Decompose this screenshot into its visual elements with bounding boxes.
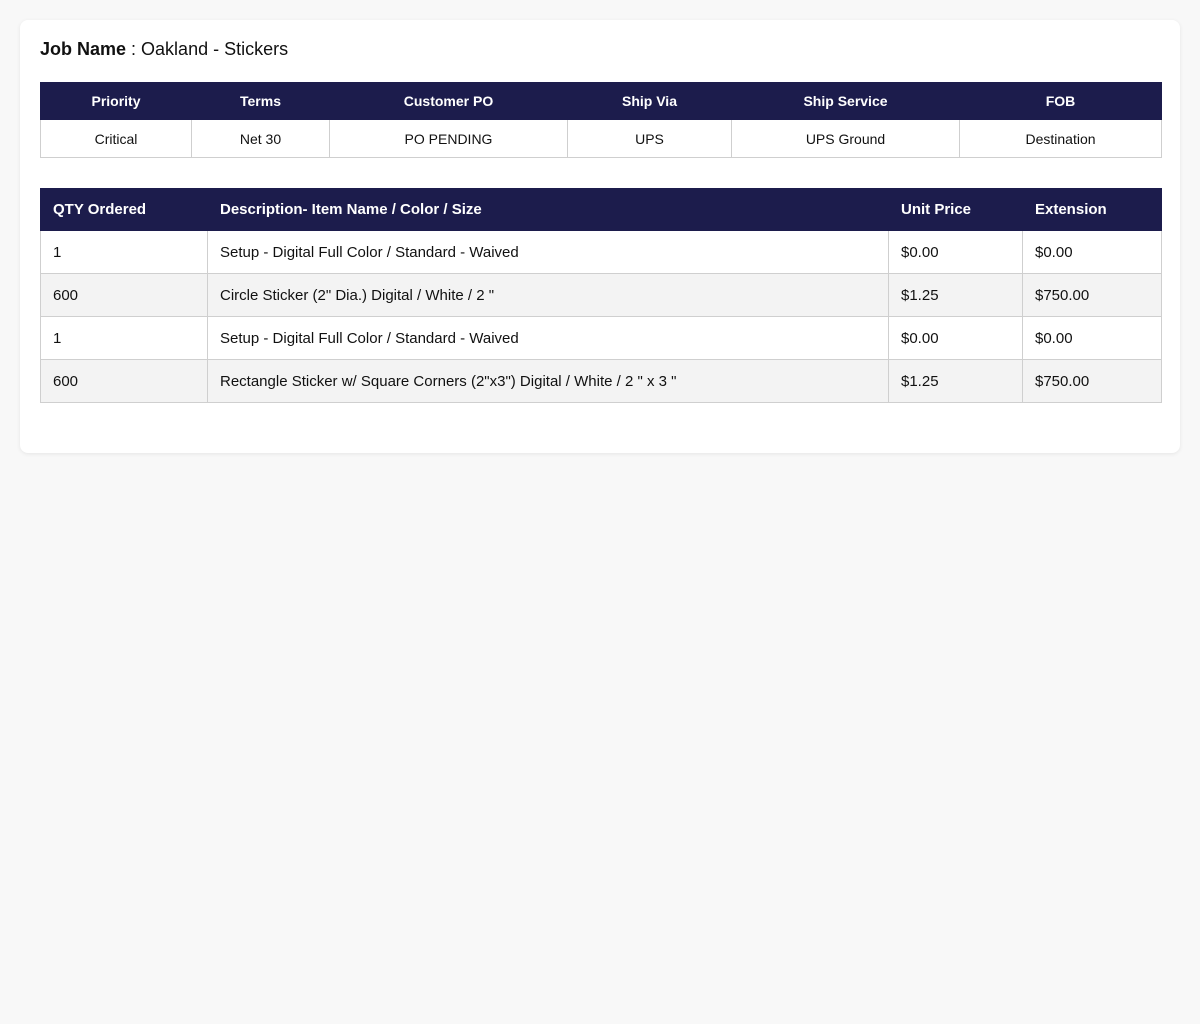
info-header-row: Priority Terms Customer PO Ship Via Ship… (40, 82, 1162, 120)
qty-cell: 1 (40, 230, 208, 274)
job-name-label: Job Name (40, 39, 127, 59)
unit-price-cell: $1.25 (888, 359, 1023, 403)
description-cell: Rectangle Sticker w/ Square Corners (2"x… (207, 359, 889, 403)
extension-cell: $0.00 (1022, 230, 1162, 274)
fob-value: Destination (959, 119, 1162, 158)
unit-price-cell: $1.25 (888, 273, 1023, 317)
extension-cell: $0.00 (1022, 316, 1162, 360)
table-row: 1 Setup - Digital Full Color / Standard … (40, 316, 1162, 360)
job-name-separator: : (126, 39, 142, 59)
description-header: Description- Item Name / Color / Size (207, 188, 889, 231)
table-row: 1 Setup - Digital Full Color / Standard … (40, 230, 1162, 274)
ship-via-value: UPS (567, 119, 732, 158)
customer-po-value: PO PENDING (329, 119, 568, 158)
info-value-row: Critical Net 30 PO PENDING UPS UPS Groun… (40, 119, 1162, 158)
extension-header: Extension (1022, 188, 1162, 231)
ship-service-value: UPS Ground (731, 119, 960, 158)
table-row: 600 Rectangle Sticker w/ Square Corners … (40, 359, 1162, 403)
qty-cell: 600 (40, 273, 208, 317)
extension-cell: $750.00 (1022, 273, 1162, 317)
ship-service-header: Ship Service (731, 82, 960, 120)
order-card: Job Name : Oakland - Stickers Priority T… (20, 20, 1180, 453)
line-items-table: QTY Ordered Description- Item Name / Col… (40, 188, 1162, 403)
terms-value: Net 30 (191, 119, 330, 158)
items-header-row: QTY Ordered Description- Item Name / Col… (40, 188, 1162, 231)
extension-cell: $750.00 (1022, 359, 1162, 403)
unit-price-header: Unit Price (888, 188, 1023, 231)
table-row: 600 Circle Sticker (2" Dia.) Digital / W… (40, 273, 1162, 317)
unit-price-cell: $0.00 (888, 230, 1023, 274)
order-info-table: Priority Terms Customer PO Ship Via Ship… (40, 82, 1162, 158)
priority-value: Critical (40, 119, 192, 158)
job-name-heading: Job Name : Oakland - Stickers (40, 38, 288, 60)
terms-header: Terms (191, 82, 330, 120)
unit-price-cell: $0.00 (888, 316, 1023, 360)
qty-cell: 600 (40, 359, 208, 403)
description-cell: Circle Sticker (2" Dia.) Digital / White… (207, 273, 889, 317)
job-name-value: Oakland - Stickers (141, 39, 289, 59)
fob-header: FOB (959, 82, 1162, 120)
ship-via-header: Ship Via (567, 82, 732, 120)
priority-header: Priority (40, 82, 192, 120)
description-cell: Setup - Digital Full Color / Standard - … (207, 230, 889, 274)
description-cell: Setup - Digital Full Color / Standard - … (207, 316, 889, 360)
customer-po-header: Customer PO (329, 82, 568, 120)
qty-ordered-header: QTY Ordered (40, 188, 208, 231)
qty-cell: 1 (40, 316, 208, 360)
